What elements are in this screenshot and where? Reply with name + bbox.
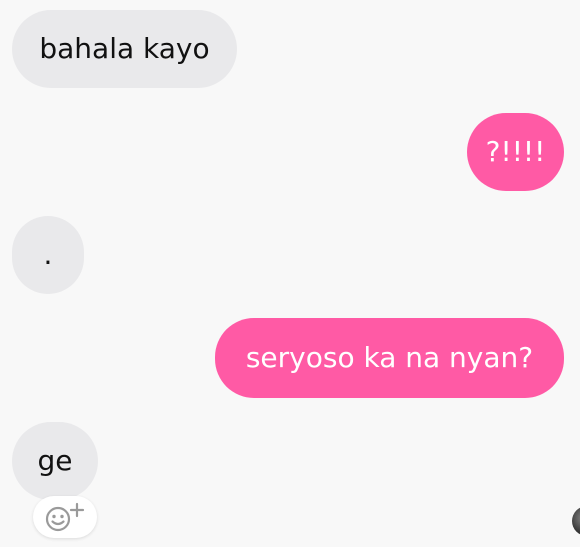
add-reaction-button[interactable] xyxy=(33,496,97,538)
message-text: ?!!!! xyxy=(485,135,546,168)
chat-thread: bahala kayo ?!!!! . seryoso ka na nyan? … xyxy=(0,0,580,547)
message-text: bahala kayo xyxy=(39,32,210,65)
outgoing-message[interactable]: seryoso ka na nyan? xyxy=(215,318,564,398)
smiley-plus-icon xyxy=(45,502,85,532)
outgoing-message[interactable]: ?!!!! xyxy=(467,113,564,191)
message-text: . xyxy=(43,238,53,271)
incoming-message[interactable]: ge xyxy=(12,422,98,500)
avatar[interactable] xyxy=(572,506,580,536)
incoming-message[interactable]: . xyxy=(12,216,84,294)
message-text: ge xyxy=(37,444,73,477)
incoming-message[interactable]: bahala kayo xyxy=(12,10,237,88)
message-text: seryoso ka na nyan? xyxy=(245,341,534,374)
